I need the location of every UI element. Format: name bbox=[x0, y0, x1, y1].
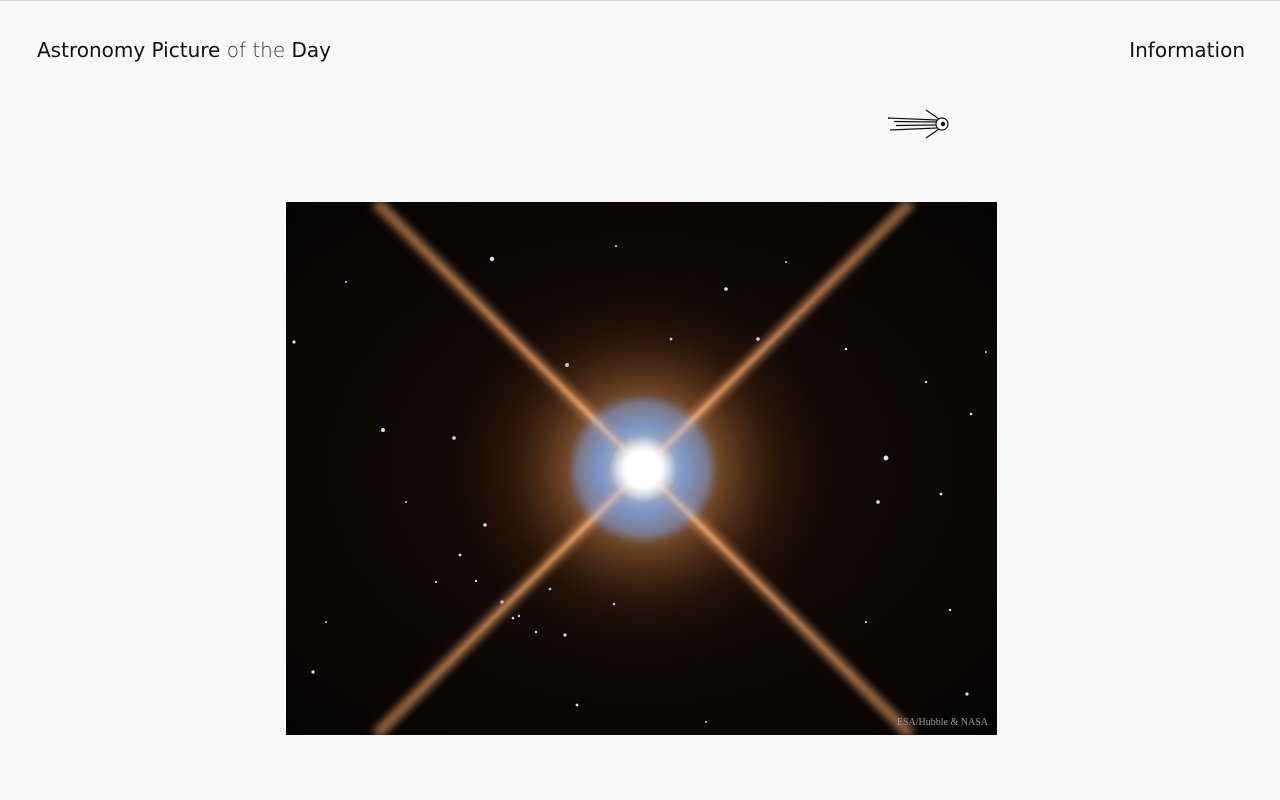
top-divider bbox=[0, 0, 1280, 1]
information-link[interactable]: Information bbox=[1129, 38, 1245, 62]
background-star bbox=[311, 670, 315, 674]
background-star bbox=[985, 351, 987, 353]
background-star bbox=[876, 500, 880, 504]
background-star bbox=[939, 492, 943, 496]
background-star bbox=[615, 245, 617, 247]
background-star bbox=[489, 256, 495, 262]
image-credit: ESA/Hubble & NASA bbox=[896, 717, 988, 728]
background-star bbox=[864, 620, 868, 624]
background-star bbox=[575, 703, 579, 707]
background-star bbox=[292, 340, 296, 344]
background-star bbox=[434, 580, 438, 584]
background-star bbox=[883, 455, 889, 461]
background-star bbox=[345, 281, 347, 283]
background-star bbox=[969, 412, 973, 416]
apod-image[interactable]: ESA/Hubble & NASA bbox=[286, 202, 997, 735]
site-title-link[interactable]: Astronomy Picture of the Day bbox=[37, 38, 331, 62]
background-star bbox=[965, 692, 969, 696]
background-star bbox=[705, 721, 707, 723]
background-star bbox=[458, 553, 462, 557]
background-star bbox=[785, 261, 787, 263]
background-star bbox=[325, 621, 327, 623]
background-star bbox=[405, 501, 407, 503]
site-title-part-1: Astronomy Picture bbox=[37, 38, 221, 62]
background-star bbox=[844, 347, 848, 351]
site-title-part-3: Day bbox=[291, 38, 332, 62]
satellite-icon[interactable] bbox=[886, 108, 952, 140]
site-title-part-2: of the bbox=[220, 38, 292, 62]
background-star bbox=[924, 380, 928, 384]
background-star bbox=[381, 428, 385, 432]
star-photo bbox=[286, 202, 997, 735]
background-star bbox=[948, 608, 952, 612]
